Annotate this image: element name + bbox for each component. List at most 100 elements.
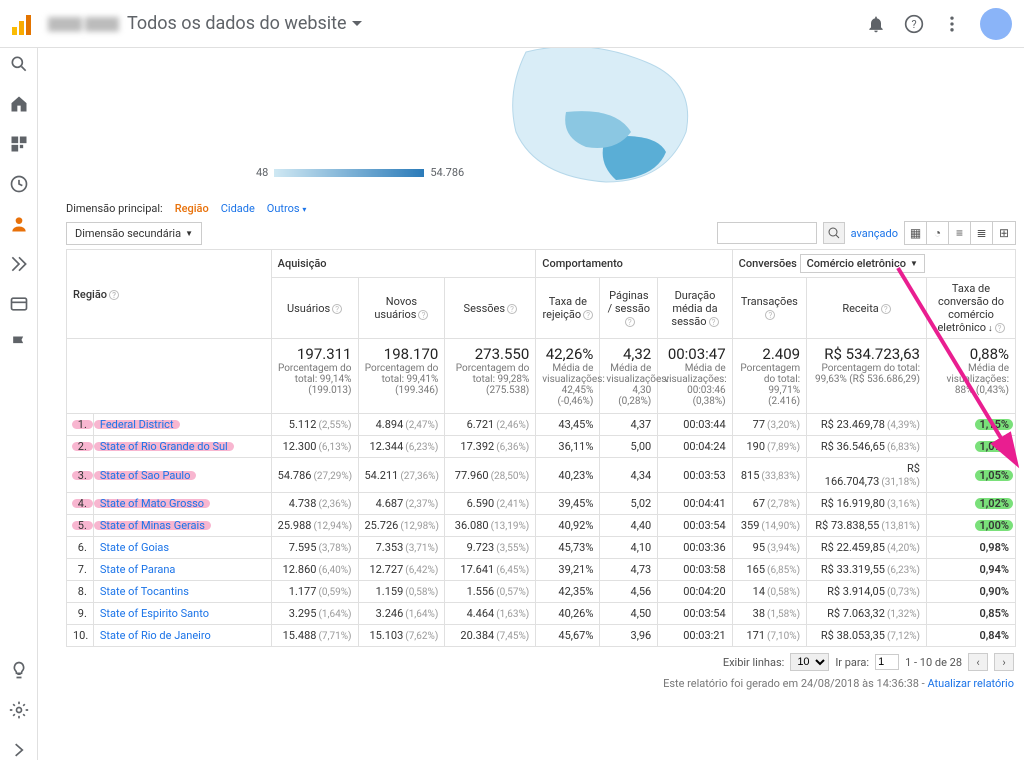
cell-users: 12.860(6,40%) <box>271 559 358 581</box>
svg-text:?: ? <box>911 18 916 31</box>
primary-dimension-row: Dimensão principal: Região Cidade Outros… <box>66 198 1016 221</box>
refresh-report-link[interactable]: Atualizar relatório <box>927 677 1014 690</box>
person-icon[interactable] <box>9 214 29 234</box>
region-link[interactable]: State of Goias <box>100 541 169 554</box>
cell-new-users: 12.727(6,42%) <box>358 559 445 581</box>
cell-trans: 14(0,58%) <box>732 581 806 603</box>
table-row: 3.State of Sao Paulo54.786(27,29%)54.211… <box>67 458 1016 493</box>
search-button[interactable] <box>823 222 845 244</box>
avatar[interactable] <box>980 8 1012 40</box>
help-icon[interactable]: ? <box>904 14 924 34</box>
cell-users: 54.786(27,29%) <box>271 458 358 493</box>
cell-new-users: 15.103(7,62%) <box>358 625 445 647</box>
caret-down-icon <box>351 18 363 30</box>
cell-dur: 00:03:54 <box>658 515 732 537</box>
col-trans[interactable]: Transações? <box>732 278 806 339</box>
goto-input[interactable] <box>875 654 899 670</box>
flag-icon[interactable] <box>9 334 29 354</box>
prev-page-button[interactable]: ‹ <box>968 653 988 671</box>
table-row: 9.State of Espirito Santo3.295(1,64%)3.2… <box>67 603 1016 625</box>
cell-cr: 0,85% <box>927 603 1016 625</box>
row-region-name: State of Rio Grande do Sul <box>93 436 271 458</box>
region-link[interactable]: State of Sao Paulo <box>100 469 191 482</box>
cell-dur: 00:04:24 <box>658 436 732 458</box>
cell-users: 12.300(6,13%) <box>271 436 358 458</box>
cell-cr: 0,94% <box>927 559 1016 581</box>
cell-cr: 1,09% <box>927 436 1016 458</box>
view-pie-icon[interactable]: ◔ <box>927 222 949 244</box>
summary-cr: 0,88%Média de visualizações: 88% (0,43%) <box>927 339 1016 414</box>
cell-sessions: 17.392(6,36%) <box>445 436 536 458</box>
clock-icon[interactable] <box>9 174 29 194</box>
table-row: 10.State of Rio de Janeiro15.488(7,71%)1… <box>67 625 1016 647</box>
cell-cr: 0,90% <box>927 581 1016 603</box>
home-icon[interactable] <box>9 94 29 114</box>
col-users[interactable]: Usuários? <box>271 278 358 339</box>
secondary-dimension-button[interactable]: Dimensão secundária ▼ <box>66 222 202 245</box>
cell-rev: R$ 33.319,55(6,23%) <box>807 559 927 581</box>
brazil-map-icon <box>466 48 726 192</box>
cell-rev: R$ 38.053,35(7,12%) <box>807 625 927 647</box>
summary-dur: 00:03:47Média de visualizações: 00:03:46… <box>658 339 732 414</box>
conversions-icon[interactable] <box>9 254 29 274</box>
cell-trans: 165(6,85%) <box>732 559 806 581</box>
cell-sessions: 1.556(0,57%) <box>445 581 536 603</box>
region-link[interactable]: State of Parana <box>100 563 176 576</box>
next-page-button[interactable]: › <box>994 653 1014 671</box>
analytics-logo-icon <box>12 13 34 35</box>
col-new-users[interactable]: Novos usuários? <box>358 278 445 339</box>
view-comparison-icon[interactable]: ≣ <box>971 222 993 244</box>
col-cr[interactable]: Taxa de conversão do comércio eletrônico… <box>927 278 1016 339</box>
more-vert-icon[interactable] <box>942 14 962 34</box>
workspace-selector[interactable]: Todos os dados do website <box>127 13 363 34</box>
primary-dimension-others[interactable]: Outros ▾ <box>267 202 307 215</box>
view-performance-icon[interactable]: ≡ <box>949 222 971 244</box>
region-link[interactable]: State of Rio Grande do Sul <box>100 440 228 453</box>
summary-pps: 4,32Média de visualizações: 4,30 (0,28%) <box>600 339 658 414</box>
primary-dimension-label: Dimensão principal: <box>66 202 163 215</box>
table-row: 1.Federal District5.112(2,55%)4.894(2,47… <box>67 414 1016 436</box>
cell-pps: 4,34 <box>600 458 658 493</box>
col-dur[interactable]: Duração média da sessão? <box>658 278 732 339</box>
region-link[interactable]: State of Espirito Santo <box>100 607 209 620</box>
row-region-name: State of Parana <box>93 559 271 581</box>
conversions-selector[interactable]: Comércio eletrônico ▼ <box>800 254 925 273</box>
search-input[interactable] <box>717 222 817 244</box>
primary-dimension-region[interactable]: Região <box>175 202 209 215</box>
col-group-acquisition: Aquisição <box>271 250 536 278</box>
cell-pps: 4,50 <box>600 603 658 625</box>
cell-bounce: 39,21% <box>536 559 600 581</box>
region-link[interactable]: State of Minas Gerais <box>100 519 205 532</box>
primary-dimension-city[interactable]: Cidade <box>221 202 255 215</box>
map-scale: 48 54.786 <box>256 166 464 179</box>
region-link[interactable]: State of Mato Grosso <box>100 497 204 510</box>
lightbulb-icon[interactable] <box>9 660 29 680</box>
col-pps[interactable]: Páginas / sessão? <box>600 278 658 339</box>
summary-sessions: 273.550Porcentagem do total: 99,28% (275… <box>445 339 536 414</box>
bell-icon[interactable] <box>866 14 886 34</box>
region-link[interactable]: State of Tocantins <box>100 585 189 598</box>
view-table-icon[interactable]: ▦ <box>905 222 927 244</box>
cell-bounce: 45,67% <box>536 625 600 647</box>
summary-trans: 2.409Porcentagem do total: 99,71% (2.416… <box>732 339 806 414</box>
search-icon[interactable] <box>9 54 29 74</box>
col-sessions[interactable]: Sessões? <box>445 278 536 339</box>
gear-icon[interactable] <box>9 700 29 720</box>
tag-icon[interactable] <box>9 294 29 314</box>
view-pivot-icon[interactable]: ⊞ <box>993 222 1015 244</box>
table-row: 5.State of Minas Gerais25.988(12,94%)25.… <box>67 515 1016 537</box>
row-index: 2. <box>67 436 94 458</box>
cell-new-users: 1.159(0,58%) <box>358 581 445 603</box>
region-link[interactable]: State of Rio de Janeiro <box>100 629 211 642</box>
table-row: 8.State of Tocantins1.177(0,59%)1.159(0,… <box>67 581 1016 603</box>
chevron-right-icon[interactable] <box>9 740 29 760</box>
col-region[interactable]: Região? <box>67 250 272 339</box>
cell-sessions: 20.384(7,45%) <box>445 625 536 647</box>
dashboard-icon[interactable] <box>9 134 29 154</box>
col-rev[interactable]: Receita? <box>807 278 927 339</box>
rows-select[interactable]: 10 <box>790 653 829 671</box>
col-bounce[interactable]: Taxa de rejeição? <box>536 278 600 339</box>
advanced-link[interactable]: avançado <box>851 227 898 240</box>
region-link[interactable]: Federal District <box>100 418 174 431</box>
view-toggle: ▦ ◔ ≡ ≣ ⊞ <box>904 221 1016 245</box>
